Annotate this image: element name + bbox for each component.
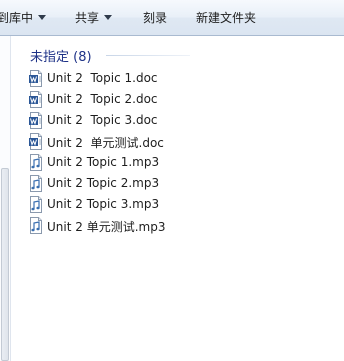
file-item[interactable]: Unit 2 Topic 2.doc [29,90,199,110]
file-item[interactable]: Unit 2 Topic 2.mp3 [29,174,199,194]
word-document-icon [29,112,43,129]
command-bar: 到库中 共享 刻录 新建文件夹 [0,0,344,36]
file-item[interactable]: Unit 2 单元测试.doc [29,132,199,152]
add-to-library-menu[interactable]: 到库中 [0,0,47,36]
file-name: Unit 2 Topic 2.doc [47,92,158,106]
share-menu[interactable]: 共享 [75,0,113,36]
audio-file-icon [29,175,43,192]
group-divider [106,55,190,56]
file-name: Unit 2 Topic 3.doc [47,113,158,127]
file-name: Unit 2 Topic 1.doc [47,71,158,85]
chevron-down-icon [38,15,47,20]
word-document-icon [29,133,43,150]
file-name: Unit 2 Topic 2.mp3 [47,176,160,190]
audio-file-icon [29,196,43,213]
add-to-library-label: 到库中 [0,11,34,25]
new-folder-button[interactable]: 新建文件夹 [196,0,256,36]
file-name: Unit 2 Topic 1.mp3 [47,155,160,169]
group-header[interactable]: 未指定 (8) [30,44,190,66]
share-label: 共享 [75,11,100,25]
audio-file-icon [29,217,43,234]
audio-file-icon [29,154,43,171]
new-folder-label: 新建文件夹 [196,11,257,25]
file-item[interactable]: Unit 2 单元测试.mp3 [29,216,199,236]
navigation-scrollbar-thumb[interactable] [1,168,9,361]
navigation-pane-edge [0,36,11,361]
file-name: Unit 2 单元测试.mp3 [47,220,166,234]
word-document-icon [29,70,43,87]
group-title: 未指定 (8) [30,50,92,65]
file-name: Unit 2 单元测试.doc [47,136,164,150]
burn-button[interactable]: 刻录 [143,0,167,36]
burn-label: 刻录 [143,11,168,25]
file-item[interactable]: Unit 2 Topic 1.mp3 [29,153,199,173]
file-item[interactable]: Unit 2 Topic 3.doc [29,111,199,131]
file-item[interactable]: Unit 2 Topic 1.doc [29,69,199,89]
word-document-icon [29,91,43,108]
chevron-down-icon [104,15,113,20]
file-item[interactable]: Unit 2 Topic 3.mp3 [29,195,199,215]
file-name: Unit 2 Topic 3.mp3 [47,197,160,211]
